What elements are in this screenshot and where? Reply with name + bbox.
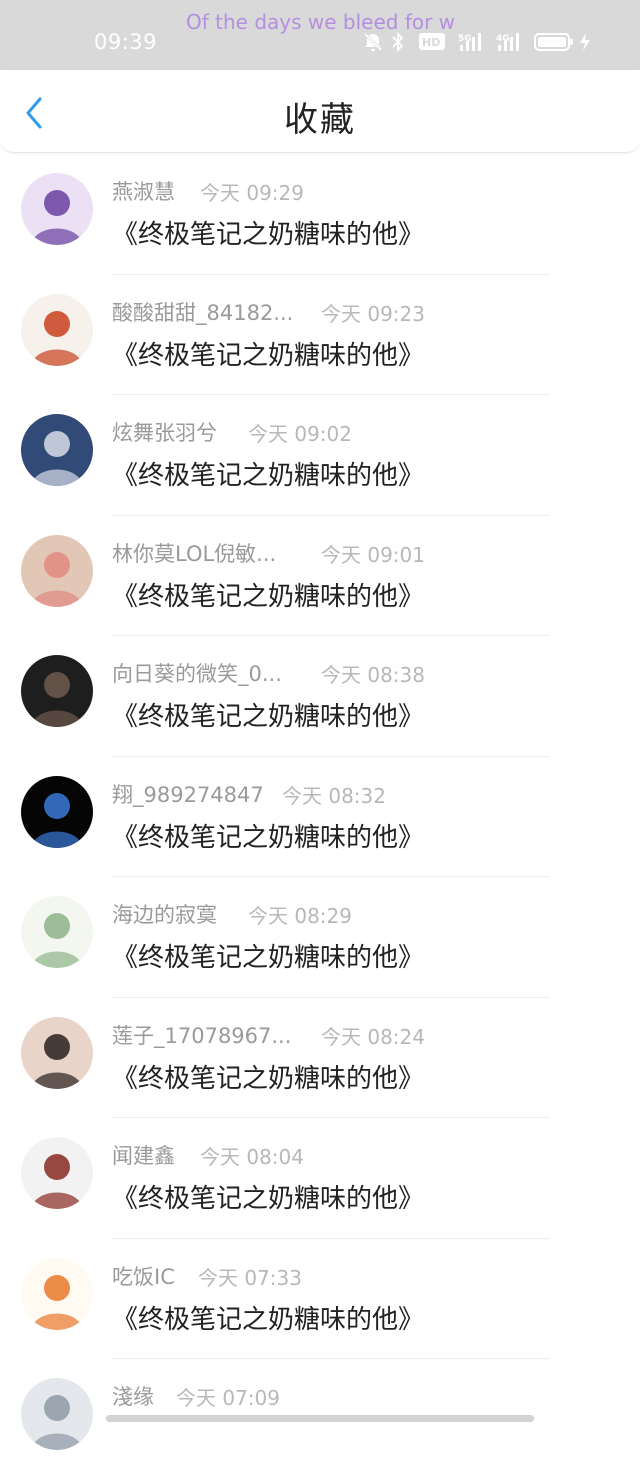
list-item[interactable]: 向日葵的微笑_0... 今天 08:38 《终极笔记之奶糖味的他》	[0, 636, 640, 757]
signal-5g-icon: 5G	[458, 31, 490, 55]
avatar[interactable]	[21, 1137, 93, 1209]
item-meta: 炫舞张羽兮 今天 09:02	[112, 417, 352, 447]
notification-marquee: Of the days we bleed for wh	[186, 10, 454, 34]
username: 莲子_17078967...	[112, 1023, 292, 1048]
username: 吃饭IC	[112, 1264, 175, 1289]
timestamp: 今天 08:38	[321, 663, 425, 687]
item-title: 《终极笔记之奶糖味的他》	[112, 581, 425, 612]
username: 淺缘	[112, 1385, 154, 1409]
header-bar: 收藏	[0, 70, 640, 153]
item-title: 《终极笔记之奶糖味的他》	[112, 1304, 425, 1335]
username: 闻建鑫	[112, 1144, 175, 1168]
item-title: 《终极笔记之奶糖味的他》	[112, 943, 425, 973]
item-title: 《终极笔记之奶糖味的他》	[112, 340, 425, 371]
item-title: 《终极笔记之奶糖味的他》	[112, 702, 425, 732]
avatar[interactable]	[21, 173, 93, 245]
item-meta: 向日葵的微笑_0... 今天 08:38	[112, 658, 425, 688]
status-time: 09:39	[94, 30, 158, 54]
avatar[interactable]	[21, 1378, 93, 1450]
list-item[interactable]: 燕淑慧 今天 09:29 《终极笔记之奶糖味的他》	[0, 154, 640, 275]
svg-text:5G: 5G	[458, 34, 472, 44]
username: 翔_989274847	[112, 782, 264, 807]
avatar[interactable]	[21, 655, 93, 727]
timestamp: 今天 09:02	[248, 422, 352, 446]
avatar[interactable]	[21, 1016, 93, 1089]
svg-text:4G: 4G	[496, 34, 510, 44]
list-item[interactable]: 炫舞张羽兮 今天 09:02 《终极笔记之奶糖味的他》	[0, 395, 640, 516]
avatar[interactable]	[21, 293, 93, 366]
username: 向日葵的微笑_0...	[112, 662, 282, 686]
list-item[interactable]: 吃饭IC 今天 07:33 《终极笔记之奶糖味的他》	[0, 1239, 640, 1359]
battery-icon	[534, 31, 574, 53]
avatar[interactable]	[21, 534, 93, 607]
item-meta: 闻建鑫 今天 08:04	[112, 1140, 304, 1170]
scroll-bar	[106, 1415, 534, 1422]
username: 酸酸甜甜_84182...	[112, 300, 294, 325]
item-title: 《终极笔记之奶糖味的他》	[112, 1184, 425, 1214]
bluetooth-icon	[390, 31, 406, 53]
avatar[interactable]	[21, 414, 93, 486]
list-item[interactable]: 海边的寂寞 今天 08:29 《终极笔记之奶糖味的他》	[0, 877, 640, 998]
item-meta: 燕淑慧 今天 09:29	[112, 176, 304, 206]
mute-icon	[362, 31, 384, 53]
username: 林你莫LOL倪敏...	[112, 541, 277, 566]
avatar[interactable]	[21, 1257, 93, 1330]
signal-4g-icon: 4G	[496, 31, 528, 55]
list-item[interactable]: 酸酸甜甜_84182... 今天 09:23 《终极笔记之奶糖味的他》	[0, 275, 640, 395]
item-title: 《终极笔记之奶糖味的他》	[112, 461, 425, 491]
username: 海边的寂寞	[112, 903, 217, 927]
charging-icon	[578, 31, 592, 53]
item-meta: 酸酸甜甜_84182... 今天 09:23	[112, 297, 425, 327]
item-title: 《终极笔记之奶糖味的他》	[112, 822, 425, 853]
status-bar: Of the days we bleed for wh 09:39 HD 5G …	[0, 0, 640, 70]
timestamp: 今天 08:29	[248, 904, 352, 928]
timestamp: 今天 08:24	[321, 1024, 425, 1049]
username: 炫舞张羽兮	[112, 421, 217, 445]
timestamp: 今天 08:04	[200, 1145, 304, 1169]
item-title: 《终极笔记之奶糖味的他》	[112, 1063, 425, 1094]
timestamp: 今天 09:01	[321, 542, 425, 567]
list-item[interactable]: 莲子_17078967... 今天 08:24 《终极笔记之奶糖味的他》	[0, 998, 640, 1118]
avatar[interactable]	[21, 896, 93, 968]
list-item[interactable]: 翔_989274847 今天 08:32 《终极笔记之奶糖味的他》	[0, 757, 640, 877]
item-meta: 海边的寂寞 今天 08:29	[112, 899, 352, 929]
list-item[interactable]: 闻建鑫 今天 08:04 《终极笔记之奶糖味的他》	[0, 1118, 640, 1239]
item-meta: 林你莫LOL倪敏... 今天 09:01	[112, 538, 425, 568]
username: 燕淑慧	[112, 180, 175, 204]
svg-text:HD: HD	[422, 36, 440, 49]
item-meta: 莲子_17078967... 今天 08:24	[112, 1020, 425, 1050]
hd-icon: HD	[418, 31, 446, 53]
list-item[interactable]: 林你莫LOL倪敏... 今天 09:01 《终极笔记之奶糖味的他》	[0, 516, 640, 636]
avatar[interactable]	[21, 775, 93, 848]
timestamp: 今天 07:33	[198, 1265, 302, 1290]
item-meta: 翔_989274847 今天 08:32	[112, 779, 386, 809]
timestamp: 今天 07:09	[176, 1386, 280, 1410]
timestamp: 今天 08:32	[282, 783, 386, 808]
favorites-list: 燕淑慧 今天 09:29 《终极笔记之奶糖味的他》 酸酸甜甜_84182... …	[0, 154, 640, 1480]
page-title: 收藏	[284, 100, 356, 140]
item-meta: 淺缘 今天 07:09	[112, 1381, 280, 1411]
item-meta: 吃饭IC 今天 07:33	[112, 1261, 302, 1291]
timestamp: 今天 09:29	[200, 181, 304, 205]
item-title: 《终极笔记之奶糖味的他》	[112, 220, 425, 250]
timestamp: 今天 09:23	[321, 301, 425, 326]
